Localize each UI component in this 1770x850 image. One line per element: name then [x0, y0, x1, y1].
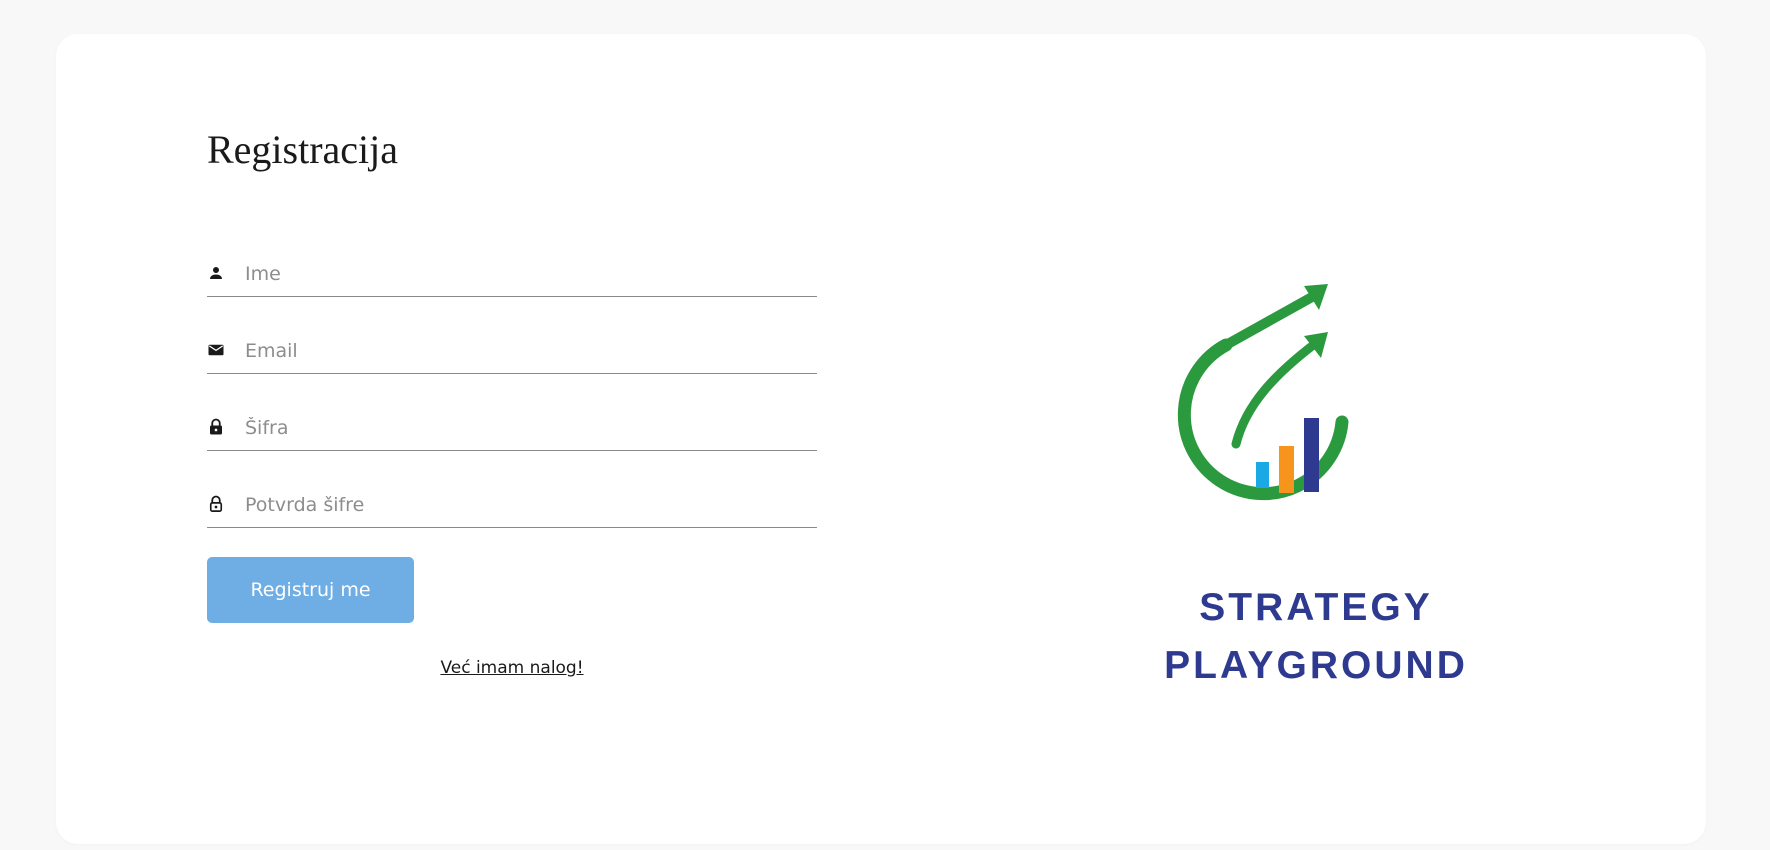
logo-text-playground: PLAYGROUND [1164, 644, 1468, 687]
lock-outline-icon [207, 495, 225, 513]
email-field [207, 331, 817, 374]
email-input[interactable] [245, 335, 805, 367]
page-title: Registracija [207, 127, 399, 172]
person-icon [207, 264, 225, 282]
logo-graphic [1177, 284, 1349, 501]
login-link[interactable]: Već imam nalog! [207, 658, 817, 678]
name-input[interactable] [245, 258, 805, 290]
password-field [207, 408, 817, 451]
logo-bar-light-blue [1256, 462, 1269, 488]
password-input[interactable] [245, 412, 805, 444]
logo-bar-orange [1279, 446, 1294, 493]
registration-card: Registracija Registruj me [56, 34, 1706, 844]
logo-text-strategy: STRATEGY [1199, 586, 1433, 629]
mail-icon [207, 341, 225, 359]
name-field [207, 254, 817, 297]
lock-icon [207, 418, 225, 436]
strategy-playground-logo: STRATEGY PLAYGROUND [1136, 284, 1496, 704]
register-button[interactable]: Registruj me [207, 557, 414, 623]
confirm-password-field [207, 485, 817, 528]
confirm-password-input[interactable] [245, 489, 805, 521]
logo-bar-blue [1304, 418, 1319, 492]
